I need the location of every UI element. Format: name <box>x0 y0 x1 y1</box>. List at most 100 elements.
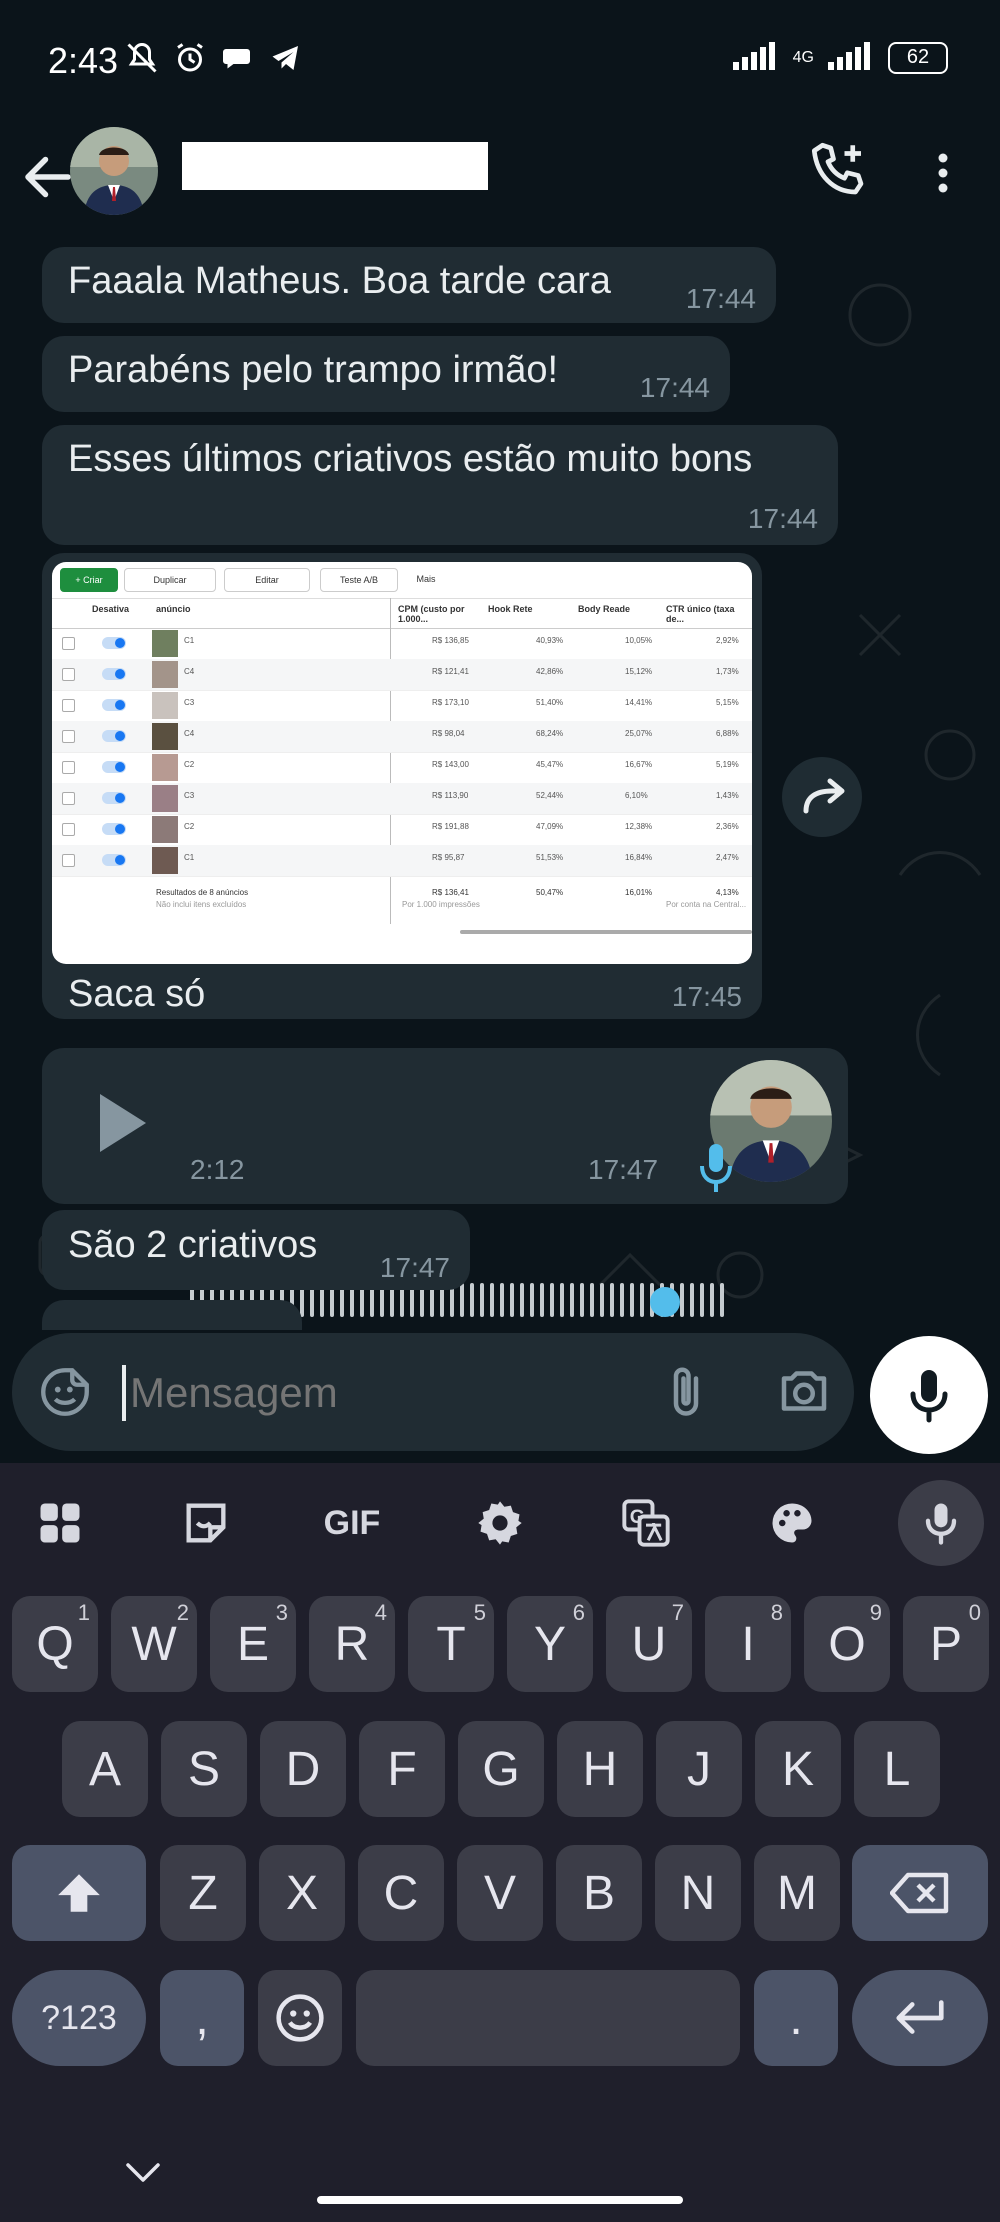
message-bubble[interactable]: São 2 criativos 17:47 <box>42 1210 470 1290</box>
voice-message-bubble[interactable]: 2:12 17:47 <box>42 1048 848 1204</box>
key-i[interactable]: I8 <box>705 1596 791 1692</box>
edit-button: Editar <box>224 568 310 592</box>
voice-progress-dot[interactable] <box>650 1287 680 1317</box>
hook-rate: 40,93% <box>536 636 564 645</box>
key-s[interactable]: S <box>161 1721 247 1817</box>
shared-table-screenshot[interactable]: + Criar Duplicar Editar Teste A/B Mais D… <box>52 562 752 964</box>
waveform-bar <box>560 1283 564 1317</box>
theme-palette-icon[interactable] <box>762 1493 822 1553</box>
waveform-bar <box>590 1283 594 1317</box>
apps-grid-icon[interactable] <box>30 1493 90 1553</box>
hide-keyboard-icon[interactable] <box>116 2153 170 2193</box>
key-x[interactable]: X <box>259 1845 345 1941</box>
emoji-key[interactable] <box>258 1970 342 2066</box>
key-m[interactable]: M <box>754 1845 840 1941</box>
settings-gear-icon[interactable] <box>470 1493 530 1553</box>
message-bubble[interactable]: Esses últimos criativos estão muito bons… <box>42 425 838 545</box>
key-v[interactable]: V <box>457 1845 543 1941</box>
message-time: 17:44 <box>685 283 756 314</box>
camera-icon[interactable] <box>774 1361 834 1421</box>
key-r[interactable]: R4 <box>309 1596 395 1692</box>
key-e[interactable]: E3 <box>210 1596 296 1692</box>
shift-icon <box>58 1874 100 1912</box>
create-button: + Criar <box>60 568 118 592</box>
play-icon[interactable] <box>92 1088 152 1158</box>
enter-key[interactable] <box>852 1970 988 2066</box>
add-call-icon[interactable] <box>806 137 872 203</box>
waveform-bar <box>620 1283 624 1317</box>
emoji-sticker-icon[interactable] <box>36 1363 94 1421</box>
key-h[interactable]: H <box>557 1721 643 1817</box>
key-p[interactable]: P0 <box>903 1596 989 1692</box>
shift-key[interactable] <box>12 1845 146 1941</box>
waveform-bar <box>500 1283 504 1317</box>
symbols-key[interactable]: ?123 <box>12 1970 146 2066</box>
table-row: C4 R$ 98,04 68,24% 25,07% 6,88% <box>52 721 752 753</box>
backspace-key[interactable] <box>852 1845 988 1941</box>
contact-name[interactable] <box>182 142 488 190</box>
table-summary: Resultados de 8 anúncios Não inclui iten… <box>156 888 747 909</box>
message-time: 17:47 <box>588 1154 659 1185</box>
space-key[interactable] <box>356 1970 740 2066</box>
record-voice-button[interactable] <box>870 1336 988 1454</box>
key-a[interactable]: A <box>62 1721 148 1817</box>
key-l[interactable]: L <box>854 1721 940 1817</box>
waveform-bar <box>530 1283 534 1317</box>
message-bubble[interactable]: Parabéns pelo trampo irmão! 17:44 <box>42 336 730 412</box>
message-composer <box>12 1333 854 1451</box>
waveform-bar <box>690 1283 694 1317</box>
key-q[interactable]: Q1 <box>12 1596 98 1692</box>
waveform-bar <box>460 1283 464 1317</box>
more-options-icon[interactable] <box>928 140 958 206</box>
contact-avatar[interactable] <box>70 127 158 215</box>
chat-header <box>0 125 1000 235</box>
table-row: C2 R$ 143,00 45,47% 16,67% 5,19% <box>52 752 752 784</box>
waveform-bar <box>680 1283 684 1317</box>
message-input[interactable] <box>128 1359 652 1427</box>
key-u[interactable]: U7 <box>606 1596 692 1692</box>
waveform-bar <box>520 1283 524 1317</box>
key-k[interactable]: K <box>755 1721 841 1817</box>
key-o[interactable]: O9 <box>804 1596 890 1692</box>
key-y[interactable]: Y6 <box>507 1596 593 1692</box>
translate-icon[interactable]: G <box>616 1493 676 1553</box>
voice-input-icon[interactable] <box>898 1480 984 1566</box>
waveform-bar <box>640 1283 644 1317</box>
key-d[interactable]: D <box>260 1721 346 1817</box>
gesture-handle[interactable] <box>317 2196 683 2204</box>
waveform-bar <box>610 1283 614 1317</box>
message-bubble[interactable]: Faaala Matheus. Boa tarde cara 17:44 <box>42 247 776 323</box>
table-header: Desativa anúncio CPM (custo por 1.000...… <box>52 598 752 629</box>
microphone-icon <box>910 1370 948 1423</box>
key-c[interactable]: C <box>358 1845 444 1941</box>
chat-area[interactable]: Faaala Matheus. Boa tarde cara 17:44 Par… <box>0 235 1000 1330</box>
more-button: Mais <box>404 568 448 590</box>
period-key[interactable]: . <box>754 1970 838 2066</box>
telegram-icon <box>268 40 304 76</box>
key-b[interactable]: B <box>556 1845 642 1941</box>
waveform-bar <box>550 1283 554 1317</box>
sticker-icon[interactable] <box>176 1493 236 1553</box>
key-t[interactable]: T5 <box>408 1596 494 1692</box>
gif-button[interactable]: GIF <box>316 1493 388 1553</box>
key-j[interactable]: J <box>656 1721 742 1817</box>
key-n[interactable]: N <box>655 1845 741 1941</box>
forward-icon[interactable] <box>782 757 862 837</box>
comma-key[interactable]: , <box>160 1970 244 2066</box>
network-type: 4G <box>792 48 814 66</box>
key-g[interactable]: G <box>458 1721 544 1817</box>
key-f[interactable]: F <box>359 1721 445 1817</box>
key-z[interactable]: Z <box>160 1845 246 1941</box>
partial-message-bubble[interactable] <box>42 1300 302 1330</box>
back-arrow-icon[interactable] <box>18 147 78 207</box>
cpm: R$ 136,85 <box>432 636 469 645</box>
key-w[interactable]: W2 <box>111 1596 197 1692</box>
status-time: 2:43 <box>48 40 119 81</box>
attach-icon[interactable] <box>656 1361 716 1421</box>
ad-name: C1 <box>184 636 195 645</box>
ctr: 2,92% <box>716 636 739 645</box>
waveform-bar <box>490 1283 494 1317</box>
voice-duration: 2:12 <box>190 1154 245 1185</box>
column-header: CPM (custo por 1.000... <box>398 604 465 624</box>
enter-icon <box>896 2000 944 2034</box>
